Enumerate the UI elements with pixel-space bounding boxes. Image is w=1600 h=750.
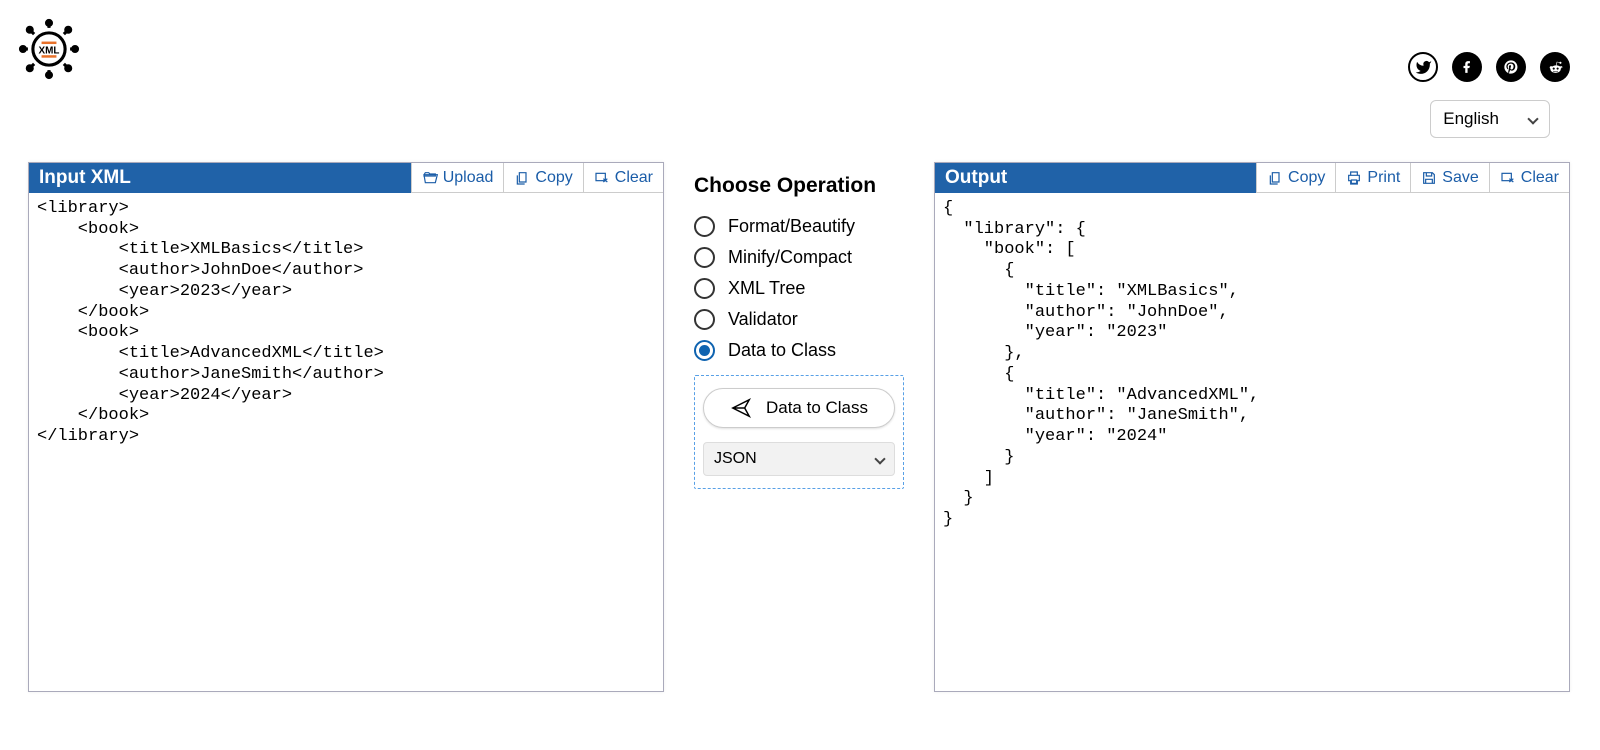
op-validator[interactable]: Validator [694, 309, 904, 330]
output-content[interactable]: { "library": { "book": [ { "title": "XML… [935, 193, 1569, 691]
output-title: Output [935, 163, 1256, 193]
reddit-icon[interactable] [1540, 52, 1570, 82]
send-icon [730, 397, 752, 419]
input-copy-button[interactable]: Copy [503, 163, 582, 193]
save-button[interactable]: Save [1410, 163, 1488, 193]
input-content[interactable]: <library> <book> <title>XMLBasics</title… [29, 193, 663, 691]
chevron-down-icon [1527, 113, 1538, 124]
upload-button[interactable]: Upload [411, 163, 504, 193]
clear-icon [594, 170, 610, 186]
operations-panel: Choose Operation Format/Beautify Minify/… [694, 162, 904, 692]
op-tree[interactable]: XML Tree [694, 278, 904, 299]
print-button[interactable]: Print [1335, 163, 1410, 193]
language-select[interactable]: English [1430, 100, 1550, 138]
clear-icon [1500, 170, 1516, 186]
facebook-icon[interactable] [1452, 52, 1482, 82]
action-box: Data to Class JSON [694, 375, 904, 489]
radio-icon-selected [694, 340, 715, 361]
run-action-button[interactable]: Data to Class [703, 388, 895, 428]
input-clear-button[interactable]: Clear [583, 163, 663, 193]
folder-open-icon [422, 170, 438, 186]
operations-heading: Choose Operation [694, 174, 904, 198]
output-clear-button[interactable]: Clear [1489, 163, 1569, 193]
copy-icon [1267, 170, 1283, 186]
language-label: English [1443, 109, 1499, 129]
chevron-down-icon [874, 453, 885, 464]
radio-icon [694, 216, 715, 237]
output-copy-button[interactable]: Copy [1256, 163, 1335, 193]
svg-text:XML: XML [39, 45, 60, 56]
op-dataclass[interactable]: Data to Class [694, 340, 904, 361]
op-format[interactable]: Format/Beautify [694, 216, 904, 237]
radio-icon [694, 278, 715, 299]
input-panel: Input XML Upload Copy Clear <library> <b… [28, 162, 664, 692]
format-select[interactable]: JSON [703, 442, 895, 476]
copy-icon [514, 170, 530, 186]
print-icon [1346, 170, 1362, 186]
pinterest-icon[interactable] [1496, 52, 1526, 82]
radio-icon [694, 309, 715, 330]
save-icon [1421, 170, 1437, 186]
radio-icon [694, 247, 715, 268]
op-minify[interactable]: Minify/Compact [694, 247, 904, 268]
logo[interactable]: XML [18, 18, 80, 85]
twitter-icon[interactable] [1408, 52, 1438, 82]
input-title: Input XML [29, 163, 411, 193]
output-panel: Output Copy Print Save Clear { "library"… [934, 162, 1570, 692]
